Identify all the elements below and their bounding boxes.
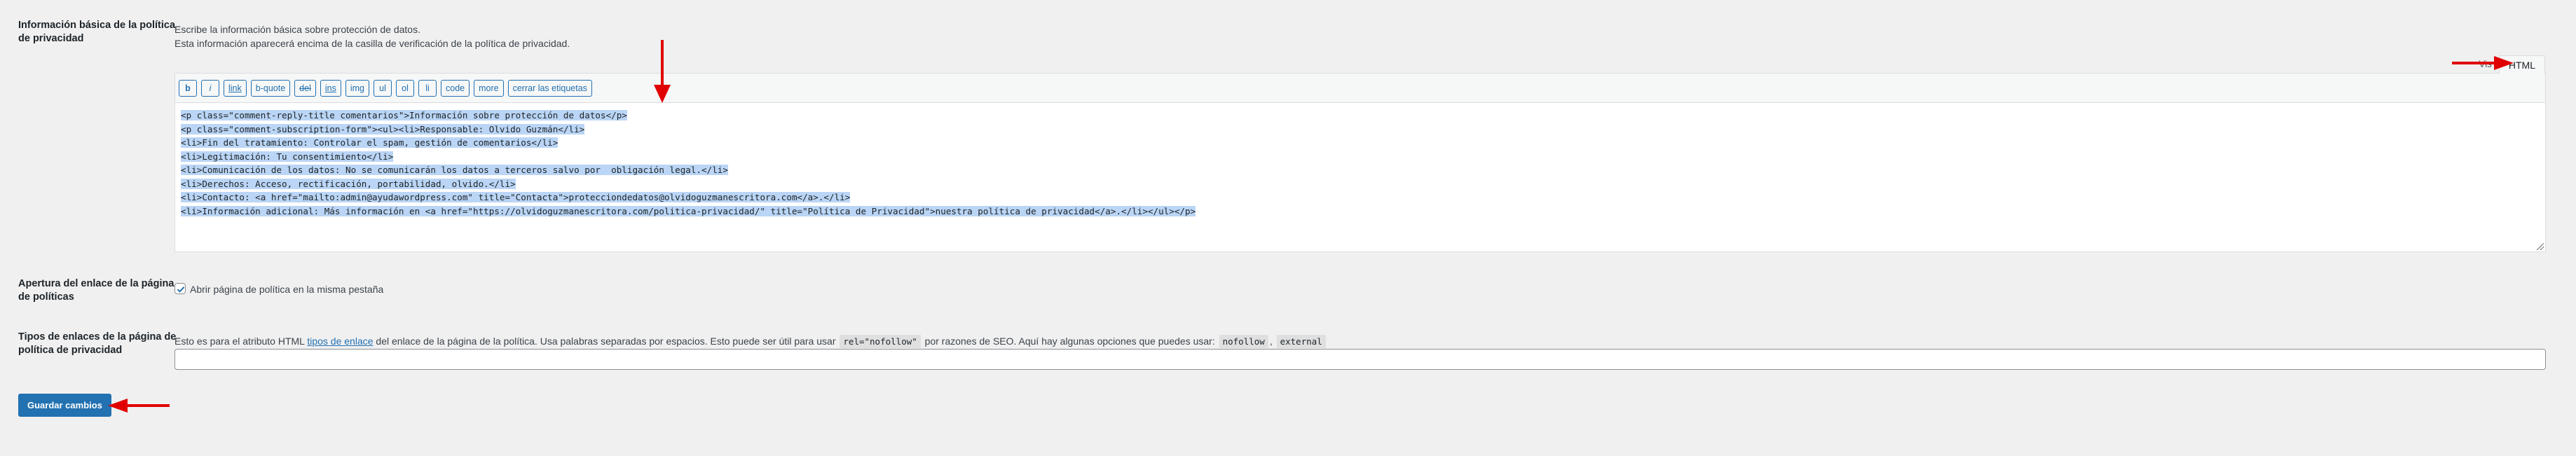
description-line: Escribe la información básica sobre prot…: [174, 24, 420, 35]
more-button[interactable]: more: [474, 79, 504, 97]
bold-button[interactable]: b: [179, 79, 197, 97]
del-button[interactable]: del: [294, 79, 316, 97]
ins-button[interactable]: ins: [320, 79, 341, 97]
rel-nofollow-code: rel="nofollow": [840, 335, 921, 348]
code-line: <li>Información adicional: Más informaci…: [181, 205, 1196, 216]
ol-button[interactable]: ol: [396, 79, 414, 97]
link-opening-label: Apertura del enlace de la página de polí…: [18, 278, 174, 303]
separator: ,: [1269, 336, 1273, 347]
checkmark-icon: [177, 286, 185, 293]
code-line: <li>Comunicación de los datos: No se com…: [181, 165, 728, 175]
link-types-input[interactable]: [174, 349, 2546, 370]
code-line: <li>Fin del tratamiento: Controlar el sp…: [181, 137, 559, 148]
save-changes-button[interactable]: Guardar cambios: [18, 394, 111, 417]
description-text: por razones de SEO. Aquí hay algunas opc…: [924, 336, 1215, 347]
code-line: <li>Derechos: Acceso, rectificación, por…: [181, 178, 516, 189]
code-line: <p class="comment-reply-title comentario…: [181, 110, 627, 120]
quicktags-toolbar: b i link b-quote del ins img ul ol li co…: [175, 74, 2545, 103]
resize-handle-icon[interactable]: [2537, 243, 2544, 250]
description-text: del enlace de la página de la política. …: [376, 336, 836, 347]
annotation-arrow-icon: [654, 40, 671, 103]
code-textarea[interactable]: <p class="comment-reply-title comentario…: [181, 109, 2540, 246]
link-types-description: Esto es para el atributo HTML tipos de e…: [174, 334, 1327, 349]
italic-button[interactable]: i: [201, 79, 219, 97]
annotation-arrow-icon: [108, 399, 170, 413]
same-tab-checkbox[interactable]: [174, 283, 186, 294]
li-button[interactable]: li: [418, 79, 437, 97]
code-line: <li>Contacto: <a href="mailto:admin@ayud…: [181, 192, 851, 202]
link-button[interactable]: link: [224, 79, 247, 97]
description-line: Esta información aparecerá encima de la …: [174, 38, 570, 49]
blockquote-button[interactable]: b-quote: [250, 79, 291, 97]
ul-button[interactable]: ul: [374, 79, 392, 97]
privacy-info-description: Escribe la información básica sobre prot…: [174, 22, 570, 50]
close-tags-button[interactable]: cerrar las etiquetas: [507, 79, 592, 97]
code-button[interactable]: code: [441, 79, 470, 97]
annotation-arrow-icon: [2452, 56, 2514, 70]
privacy-info-label: Información básica de la política de pri…: [18, 20, 176, 44]
nofollow-code: nofollow: [1219, 335, 1268, 348]
img-button[interactable]: img: [345, 79, 369, 97]
external-code: external: [1276, 335, 1326, 348]
link-types-link[interactable]: tipos de enlace: [307, 336, 373, 347]
same-tab-checkbox-label[interactable]: Abrir página de política en la misma pes…: [190, 282, 383, 296]
description-text: Esto es para el atributo HTML: [174, 336, 305, 347]
code-line: <li>Legitimación: Tu consentimiento</li>: [181, 151, 394, 162]
link-types-label: Tipos de enlaces de la página de polític…: [18, 331, 177, 356]
html-editor: Vis HTML b i link b-quote del ins img ul…: [174, 55, 2546, 252]
code-line: <p class="comment-subscription-form"><ul…: [181, 123, 585, 134]
